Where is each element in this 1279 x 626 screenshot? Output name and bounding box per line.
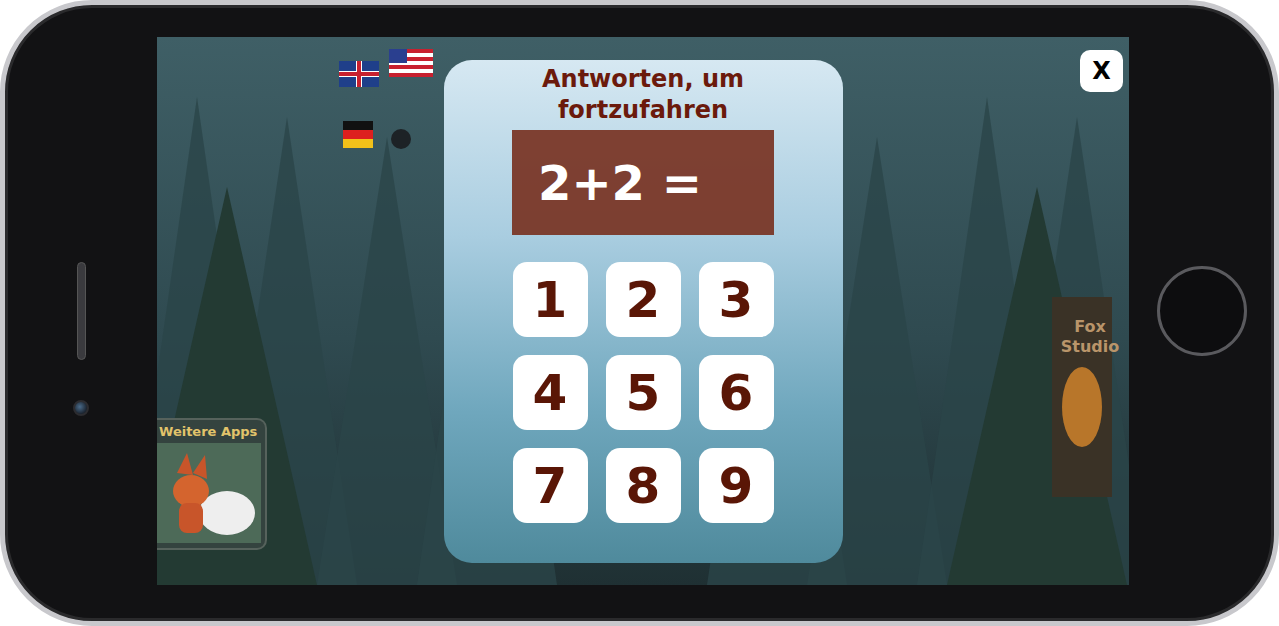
number-key[interactable]: 6: [699, 355, 774, 430]
more-apps-label: Weitere Apps: [157, 420, 265, 443]
screen: Weitere Apps Fox Studio Antworten, um fort…: [157, 37, 1129, 585]
keypad: 123 456 789: [513, 262, 774, 523]
more-apps-panel[interactable]: Weitere Apps: [157, 418, 267, 550]
number-key[interactable]: 3: [699, 262, 774, 337]
answer-dialog: Antworten, um fortzufahren2+2 = 123 456 789: [444, 60, 843, 563]
number-key[interactable]: 9: [699, 448, 774, 523]
studio-sign: Fox Studio: [1059, 317, 1121, 357]
home-button[interactable]: [1157, 266, 1247, 356]
number-key[interactable]: 5: [606, 355, 681, 430]
dialog-title: Antworten, um fortzufahren: [518, 64, 768, 126]
phone-frame: Weitere Apps Fox Studio Antworten, um fort…: [0, 0, 1279, 626]
flags-icon: [337, 41, 457, 171]
number-key[interactable]: 8: [606, 448, 681, 523]
speaker: [77, 262, 86, 360]
number-key[interactable]: 4: [513, 355, 588, 430]
close-button[interactable]: X: [1080, 50, 1123, 92]
number-key[interactable]: 2: [606, 262, 681, 337]
left-bezel: [5, 37, 157, 585]
question-box: 2+2 =: [512, 130, 774, 235]
number-key[interactable]: 1: [513, 262, 588, 337]
fox-icon: [157, 443, 261, 543]
camera-icon: [73, 400, 89, 416]
number-key[interactable]: 7: [513, 448, 588, 523]
right-bezel: [1129, 37, 1274, 585]
